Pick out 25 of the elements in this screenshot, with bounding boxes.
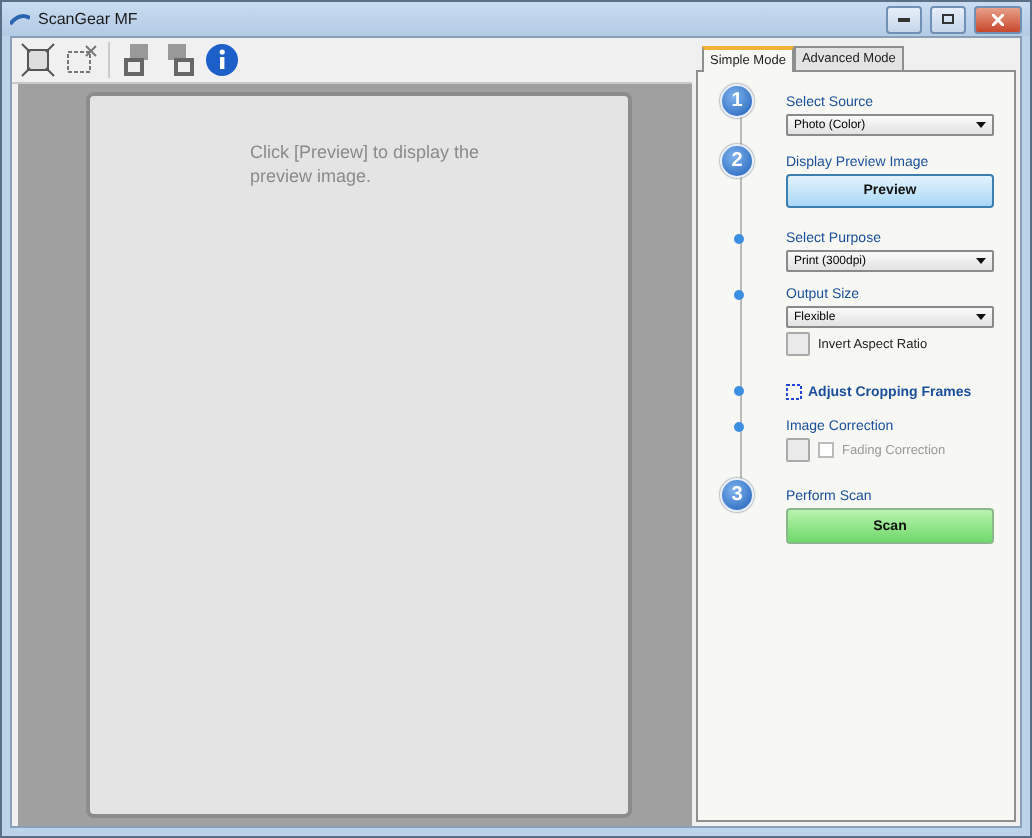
fit-frame-icon[interactable]: [20, 42, 56, 78]
dropdown-arrow-icon: [976, 122, 986, 128]
close-button[interactable]: [974, 5, 1022, 33]
step-number-badge: 3: [720, 478, 754, 512]
step-number-badge: 1: [720, 84, 754, 118]
crop-frame-icon[interactable]: [62, 42, 98, 78]
step-dot-icon: [734, 386, 744, 396]
dropdown-arrow-icon: [976, 314, 986, 320]
dropdown-arrow-icon: [976, 258, 986, 264]
close-icon: [992, 13, 1004, 25]
step-number-badge: 2: [720, 144, 754, 178]
minimize-button[interactable]: [886, 5, 922, 33]
rotate-right-icon[interactable]: [162, 42, 198, 78]
step-dot-icon: [734, 234, 744, 244]
correction-icon: [786, 438, 810, 462]
maximize-icon: [942, 14, 954, 24]
info-icon[interactable]: [204, 42, 240, 78]
step-dot-icon: [734, 422, 744, 432]
maximize-button[interactable]: [930, 5, 966, 33]
preview-message: Click [Preview] to display the preview image.: [250, 140, 482, 188]
window-title: ScanGear MF: [38, 10, 140, 28]
crop-frame-icon: [786, 384, 802, 400]
step-dot-icon: [734, 290, 744, 300]
app-icon: [10, 11, 30, 27]
minimize-icon: [898, 17, 910, 21]
